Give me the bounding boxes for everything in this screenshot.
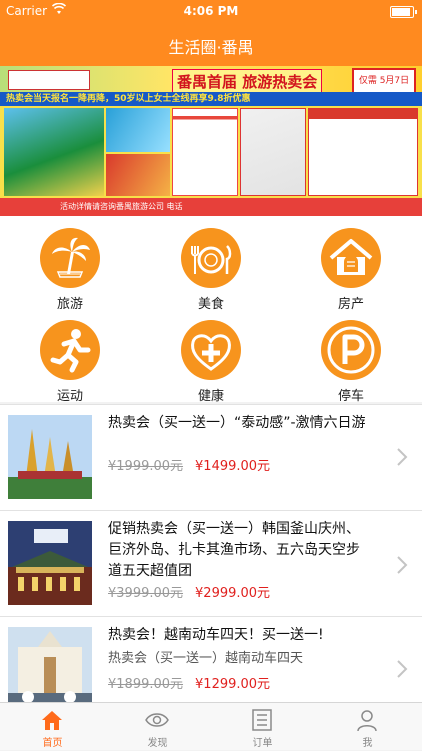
original-price: ¥1899.00元 (108, 677, 184, 692)
banner-panel (172, 108, 238, 196)
banner-photo (4, 108, 104, 196)
battery-icon (390, 6, 417, 18)
tab-orders[interactable]: 订单 (210, 703, 315, 751)
clock: 4:06 PM (183, 4, 239, 18)
banner-headline: 番禺首届 旅游热卖会 (172, 69, 323, 94)
category-label: 停车 (337, 389, 364, 404)
product-prices: ¥1999.00元 ¥1499.00元 (108, 455, 270, 474)
plate-cutlery-icon (181, 228, 241, 288)
person-icon (357, 710, 377, 732)
category-label: 运动 (56, 389, 83, 404)
tab-label: 发现 (147, 738, 168, 749)
tab-label: 我 (362, 738, 373, 749)
house-icon (321, 228, 381, 288)
banner-logo (8, 70, 90, 90)
original-price: ¥1999.00元 (108, 459, 184, 474)
product-subtitle: 热卖会（买一送一）越南动车四天 (108, 651, 304, 666)
banner-photo (106, 154, 170, 196)
nav-bar: 生活圈·番禺 (0, 22, 422, 66)
tab-label: 订单 (252, 738, 273, 749)
banner-strip: 热卖会当天报名一降再降，50岁以上女士全线再享9.8折优惠 (0, 92, 422, 106)
category-realestate[interactable]: 房产 (303, 220, 399, 312)
product-prices: ¥3999.00元 ¥2999.00元 (108, 582, 270, 601)
tab-discover[interactable]: 发现 (105, 703, 210, 751)
product-title: 热卖会（买一送一）“泰动感”-激情六日游 (108, 415, 366, 431)
category-label: 旅游 (56, 297, 83, 312)
category-label: 美食 (197, 297, 224, 312)
runner-icon (40, 320, 100, 380)
promo-banner[interactable]: 番禺首届 旅游热卖会 仅需 5月7日 热卖会当天报名一降再降，50岁以上女士全线… (0, 66, 422, 216)
category-label: 健康 (197, 389, 224, 404)
banner-panel (308, 108, 418, 196)
sale-price: ¥2999.00元 (195, 586, 271, 601)
product-item[interactable]: 促销热卖会（买一送一）韩国釜山庆州、巨济外岛、扎卡其渔市场、五六岛天空步道五天超… (0, 510, 422, 618)
palm-tree-icon (40, 228, 100, 288)
product-list: 热卖会（买一送一）“泰动感”-激情六日游 ¥1999.00元 ¥1499.00元 … (0, 404, 422, 724)
banner-photo (106, 108, 170, 152)
product-item[interactable]: 热卖会（买一送一）“泰动感”-激情六日游 ¥1999.00元 ¥1499.00元 (0, 404, 422, 512)
eye-icon (145, 713, 169, 727)
chevron-right-icon (397, 660, 408, 678)
category-grid: 旅游 美食 房产 运动 健康 停车 (0, 216, 422, 404)
product-thumbnail (8, 415, 92, 499)
product-title: 热卖会！越南动车四天！买一送一! (108, 627, 324, 643)
product-prices: ¥1899.00元 ¥1299.00元 (108, 673, 270, 692)
tab-bar: 首页 发现 订单 我 (0, 702, 422, 750)
heart-plus-icon (181, 320, 241, 380)
category-parking[interactable]: 停车 (303, 312, 399, 404)
tab-label: 首页 (42, 738, 63, 749)
category-label: 房产 (337, 297, 364, 312)
product-thumbnail (8, 521, 92, 605)
home-icon (42, 711, 62, 730)
sale-price: ¥1499.00元 (195, 459, 271, 474)
category-health[interactable]: 健康 (163, 312, 259, 404)
original-price: ¥3999.00元 (108, 586, 184, 601)
status-bar: Carrier 4:06 PM (0, 0, 422, 22)
category-travel[interactable]: 旅游 (22, 220, 118, 312)
category-food[interactable]: 美食 (163, 220, 259, 312)
parking-icon (321, 320, 381, 380)
chevron-right-icon (397, 556, 408, 574)
list-icon (252, 709, 272, 731)
sale-price: ¥1299.00元 (195, 677, 271, 692)
page-title: 生活圈·番禺 (168, 38, 254, 57)
category-sports[interactable]: 运动 (22, 312, 118, 404)
product-thumbnail (8, 627, 92, 711)
tab-home[interactable]: 首页 (0, 703, 105, 751)
banner-footer: 活动详情请咨询番禺旅游公司 电话 (0, 198, 422, 216)
product-title: 促销热卖会（买一送一）韩国釜山庆州、巨济外岛、扎卡其渔市场、五六岛天空步道五天超… (108, 521, 360, 579)
tab-me[interactable]: 我 (315, 703, 420, 751)
banner-panel (240, 108, 306, 196)
chevron-right-icon (397, 448, 408, 466)
